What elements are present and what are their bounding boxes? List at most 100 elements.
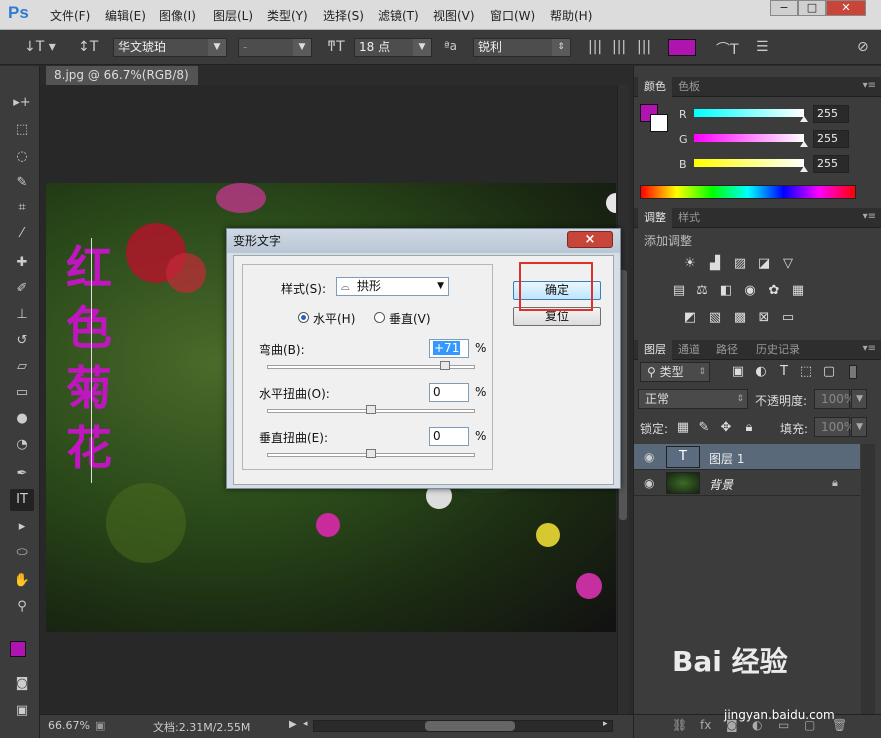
zoom-tool-icon[interactable]: ⚲ [10,596,34,618]
close-window-button[interactable]: ✕ [826,0,866,16]
layer-row-text[interactable]: ◉ T 图层 1 [634,444,860,470]
color-lookup-icon[interactable]: ▦ [789,283,807,299]
quick-select-tool-icon[interactable]: ✎ [10,172,34,194]
red-channel-slider[interactable] [694,109,804,117]
screen-mode-icon[interactable]: ▣ [10,700,34,722]
panel-menu-icon[interactable]: ▾≡ [863,211,876,222]
anti-alias-select[interactable]: 锐利 ⇕ [473,38,571,57]
layers-scrollbar[interactable] [861,444,875,714]
horizontal-scrollbar-thumb[interactable] [425,721,515,731]
background-color-chip[interactable] [650,114,668,132]
tab-adjustments[interactable]: 调整 [638,208,672,228]
document-tab[interactable]: 8.jpg @ 66.7%(RGB/8) × [46,66,198,101]
threshold-icon[interactable]: ▩ [731,310,749,326]
text-tool-preset-icon[interactable]: ↓T ▾ [24,39,56,55]
style-select[interactable]: ⌓ 拱形 ▼ [336,277,449,296]
green-channel-slider[interactable] [694,134,804,142]
filter-shape-icon[interactable]: ⬚ [797,364,815,380]
opacity-input[interactable]: 100% [814,389,855,409]
channel-mixer-icon[interactable]: ✿ [765,283,783,299]
menu-type[interactable]: 类型(Y) [267,7,308,24]
tab-swatches[interactable]: 色板 [672,77,706,97]
layer-row-background[interactable]: ◉ 背景 🔒︎ [634,470,860,496]
crop-tool-icon[interactable]: ⌗ [10,197,34,219]
filter-smart-icon[interactable]: ▢ [820,364,838,380]
menu-image[interactable]: 图像(I) [159,7,196,24]
text-color-swatch[interactable] [668,39,696,56]
slider-thumb-icon[interactable] [800,166,808,172]
tab-color[interactable]: 颜色 [638,77,672,97]
align-right-icon[interactable]: ||| [637,39,651,55]
color-spectrum-bar[interactable] [640,185,856,199]
color-balance-icon[interactable]: ⚖ [693,283,711,299]
brightness-icon[interactable]: ☀ [681,256,699,272]
panel-menu-icon[interactable]: ▾≡ [863,343,876,354]
menu-window[interactable]: 窗口(W) [490,7,535,24]
vertical-distortion-input[interactable]: 0 [429,427,469,446]
panel-menu-icon[interactable]: ▾≡ [863,80,876,91]
align-left-icon[interactable]: ||| [588,39,602,55]
horizontal-distortion-input[interactable]: 0 [429,383,469,402]
bend-input[interactable]: +71 [429,339,469,358]
character-panel-icon[interactable]: ☰ [756,39,769,55]
maximize-button[interactable]: □ [798,0,826,16]
black-white-icon[interactable]: ◧ [717,283,735,299]
menu-view[interactable]: 视图(V) [433,7,475,24]
menu-filter[interactable]: 滤镜(T) [378,7,419,24]
filter-pixel-icon[interactable]: ▣ [729,364,747,380]
selective-color-icon[interactable]: ⊠ [755,310,773,326]
curves-icon[interactable]: ▨ [731,256,749,272]
lock-pixels-icon[interactable]: ✎ [695,420,713,436]
healing-brush-tool-icon[interactable]: ✚ [10,252,34,274]
fill-input[interactable]: 100% [814,417,855,437]
bend-slider-thumb[interactable] [439,361,450,370]
vertical-text-layer[interactable]: 红色菊花 [58,238,120,483]
font-family-select[interactable]: 华文琥珀 ▼ [113,38,227,57]
link-icon[interactable]: ⛓ [672,718,687,732]
filter-toggle[interactable] [849,365,857,379]
horizontal-distortion-thumb[interactable] [366,405,376,414]
gradient-tool-icon[interactable]: ▭ [10,382,34,404]
exposure-icon[interactable]: ◪ [755,256,773,272]
tab-layers[interactable]: 图层 [638,340,672,360]
lock-transparent-icon[interactable]: ▦ [674,420,692,436]
blue-value-input[interactable]: 255 [813,155,849,173]
tab-history[interactable]: 历史记录 [750,340,806,360]
filter-type-icon[interactable]: T [775,364,793,380]
zoom-readout[interactable]: 66.67% [48,719,90,732]
font-style-select[interactable]: - ▼ [238,38,312,57]
warp-text-icon[interactable]: ⌒T [716,39,739,59]
vertical-radio[interactable] [374,312,385,323]
dialog-close-button[interactable]: × [567,231,613,248]
quick-mask-icon[interactable]: ◙ [10,673,34,695]
menu-file[interactable]: 文件(F) [50,7,90,24]
eye-icon[interactable]: ◉ [644,476,654,490]
gradient-map-icon[interactable]: ▭ [779,310,797,326]
move-tool-icon[interactable]: ▸+ [10,92,34,114]
blur-tool-icon[interactable]: ● [10,408,34,430]
tab-channels[interactable]: 通道 [672,340,706,360]
opacity-dropdown[interactable]: ▼ [851,389,867,409]
levels-icon[interactable]: ▟ [706,256,724,272]
filter-adjustment-icon[interactable]: ◐ [752,364,770,380]
hue-saturation-icon[interactable]: ▤ [670,283,688,299]
path-select-tool-icon[interactable]: ▸ [10,516,34,538]
fill-dropdown[interactable]: ▼ [851,417,867,437]
vertical-distortion-thumb[interactable] [366,449,376,458]
menu-help[interactable]: 帮助(H) [550,7,592,24]
horizontal-label[interactable]: 水平(H) [313,310,355,327]
eraser-tool-icon[interactable]: ▱ [10,356,34,378]
layer-filter-select[interactable]: ⚲ 类型 ⇕ [640,362,710,382]
lock-all-icon[interactable]: 🔒︎ [740,420,758,436]
minimize-button[interactable]: − [770,0,798,16]
pen-tool-icon[interactable]: ✒ [10,463,34,485]
hand-tool-icon[interactable]: ✋ [10,570,34,592]
horizontal-radio[interactable] [298,312,309,323]
history-brush-tool-icon[interactable]: ↺ [10,330,34,352]
foreground-color-swatch[interactable] [10,641,26,657]
marquee-tool-icon[interactable]: ⬚ [10,119,34,141]
ellipse-tool-icon[interactable]: ⬭ [10,542,34,564]
vibrance-icon[interactable]: ▽ [779,256,797,272]
photo-filter-icon[interactable]: ◉ [741,283,759,299]
blend-mode-select[interactable]: 正常 ⇕ [638,389,748,409]
